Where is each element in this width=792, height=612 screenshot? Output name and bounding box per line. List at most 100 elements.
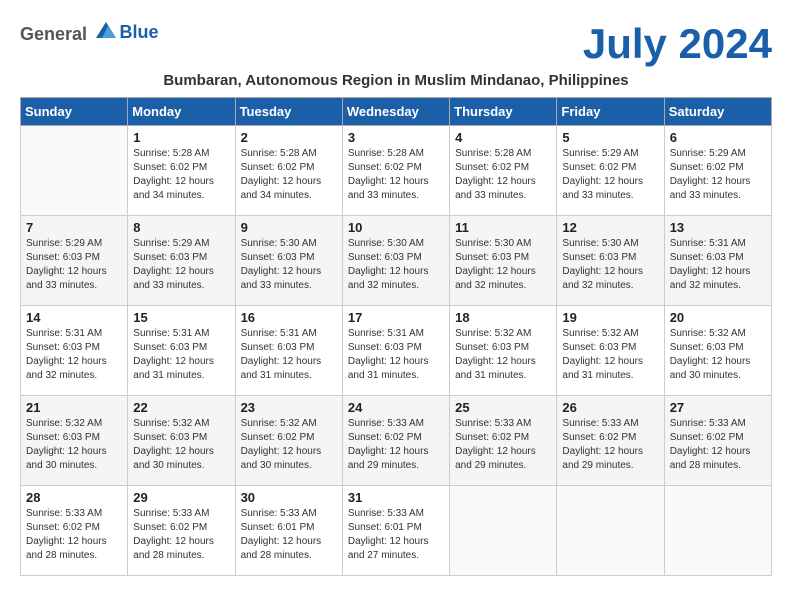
calendar-cell: 28 Sunrise: 5:33 AMSunset: 6:02 PMDayligh… <box>21 486 128 576</box>
calendar-cell <box>450 486 557 576</box>
day-info: Sunrise: 5:33 AMSunset: 6:02 PMDaylight:… <box>562 417 658 473</box>
calendar-cell: 27Sunrise: 5:33 AMSunset: 6:02 PMDayligh… <box>664 396 771 486</box>
calendar-cell: 22Sunrise: 5:32 AMSunset: 6:03 PMDayligh… <box>128 396 235 486</box>
day-number: 28 <box>26 490 122 505</box>
day-number: 23 <box>241 400 337 415</box>
calendar-cell: 16Sunrise: 5:31 AMSunset: 6:03 PMDayligh… <box>235 306 342 396</box>
day-info: Sunrise: 5:31 AMSunset: 6:03 PMDaylight:… <box>348 327 444 383</box>
calendar-body: 1 Sunrise: 5:28 AMSunset: 6:02 PMDaylight… <box>21 126 772 576</box>
day-info: Sunrise: 5:30 AMSunset: 6:03 PMDaylight:… <box>241 237 337 293</box>
day-info: Sunrise: 5:32 AMSunset: 6:03 PMDaylight:… <box>26 417 122 473</box>
calendar-cell: 21Sunrise: 5:32 AMSunset: 6:03 PMDayligh… <box>21 396 128 486</box>
day-info: Sunrise: 5:33 AMSunset: 6:02 PMDaylight:… <box>348 417 444 473</box>
location-title: Bumbaran, Autonomous Region in Muslim Mi… <box>20 72 772 89</box>
day-number: 10 <box>348 220 444 235</box>
month-title: July 2024 <box>583 20 772 68</box>
calendar-cell: 4Sunrise: 5:28 AMSunset: 6:02 PMDaylight… <box>450 126 557 216</box>
calendar-cell: 25Sunrise: 5:33 AMSunset: 6:02 PMDayligh… <box>450 396 557 486</box>
day-number: 9 <box>241 220 337 235</box>
calendar-day-header: Sunday <box>21 98 128 126</box>
day-number: 1 <box>133 130 229 145</box>
logo-icon <box>94 20 118 40</box>
day-number: 7 <box>26 220 122 235</box>
calendar-day-header: Wednesday <box>342 98 449 126</box>
calendar-cell: 6 Sunrise: 5:29 AMSunset: 6:02 PMDaylight… <box>664 126 771 216</box>
calendar-cell: 8 Sunrise: 5:29 AMSunset: 6:03 PMDaylight… <box>128 216 235 306</box>
calendar-week-row: 21Sunrise: 5:32 AMSunset: 6:03 PMDayligh… <box>21 396 772 486</box>
calendar-day-header: Monday <box>128 98 235 126</box>
calendar-cell <box>664 486 771 576</box>
calendar-cell: 14 Sunrise: 5:31 AMSunset: 6:03 PMDayligh… <box>21 306 128 396</box>
day-info: Sunrise: 5:32 AMSunset: 6:03 PMDaylight:… <box>455 327 551 383</box>
calendar-week-row: 1 Sunrise: 5:28 AMSunset: 6:02 PMDaylight… <box>21 126 772 216</box>
day-number: 2 <box>241 130 337 145</box>
calendar-cell: 31 Sunrise: 5:33 AMSunset: 6:01 PMDayligh… <box>342 486 449 576</box>
day-info: Sunrise: 5:31 AMSunset: 6:03 PMDaylight:… <box>133 327 229 383</box>
day-info: Sunrise: 5:31 AMSunset: 6:03 PMDaylight:… <box>241 327 337 383</box>
calendar-cell: 7 Sunrise: 5:29 AMSunset: 6:03 PMDaylight… <box>21 216 128 306</box>
day-number: 30 <box>241 490 337 505</box>
day-number: 12 <box>562 220 658 235</box>
calendar-cell: 30 Sunrise: 5:33 AMSunset: 6:01 PMDayligh… <box>235 486 342 576</box>
day-info: Sunrise: 5:30 AMSunset: 6:03 PMDaylight:… <box>455 237 551 293</box>
calendar-day-header: Thursday <box>450 98 557 126</box>
calendar-cell: 17 Sunrise: 5:31 AMSunset: 6:03 PMDayligh… <box>342 306 449 396</box>
day-number: 17 <box>348 310 444 325</box>
calendar-cell: 10 Sunrise: 5:30 AMSunset: 6:03 PMDayligh… <box>342 216 449 306</box>
calendar-cell: 29 Sunrise: 5:33 AMSunset: 6:02 PMDayligh… <box>128 486 235 576</box>
day-number: 14 <box>26 310 122 325</box>
day-number: 15 <box>133 310 229 325</box>
day-number: 26 <box>562 400 658 415</box>
day-number: 4 <box>455 130 551 145</box>
day-number: 22 <box>133 400 229 415</box>
calendar-cell <box>21 126 128 216</box>
day-info: Sunrise: 5:29 AMSunset: 6:03 PMDaylight:… <box>26 237 122 293</box>
day-number: 19 <box>562 310 658 325</box>
calendar-week-row: 28 Sunrise: 5:33 AMSunset: 6:02 PMDayligh… <box>21 486 772 576</box>
day-number: 6 <box>670 130 766 145</box>
calendar-day-header: Tuesday <box>235 98 342 126</box>
calendar-cell: 11Sunrise: 5:30 AMSunset: 6:03 PMDayligh… <box>450 216 557 306</box>
day-info: Sunrise: 5:33 AMSunset: 6:01 PMDaylight:… <box>348 507 444 563</box>
day-info: Sunrise: 5:33 AMSunset: 6:02 PMDaylight:… <box>26 507 122 563</box>
day-info: Sunrise: 5:33 AMSunset: 6:02 PMDaylight:… <box>133 507 229 563</box>
day-number: 18 <box>455 310 551 325</box>
day-number: 20 <box>670 310 766 325</box>
day-number: 24 <box>348 400 444 415</box>
calendar-week-row: 7 Sunrise: 5:29 AMSunset: 6:03 PMDaylight… <box>21 216 772 306</box>
calendar-week-row: 14 Sunrise: 5:31 AMSunset: 6:03 PMDayligh… <box>21 306 772 396</box>
day-info: Sunrise: 5:29 AMSunset: 6:02 PMDaylight:… <box>670 147 766 203</box>
calendar-cell: 3Sunrise: 5:28 AMSunset: 6:02 PMDaylight… <box>342 126 449 216</box>
calendar-cell: 23 Sunrise: 5:32 AMSunset: 6:02 PMDayligh… <box>235 396 342 486</box>
day-number: 13 <box>670 220 766 235</box>
calendar-cell: 24 Sunrise: 5:33 AMSunset: 6:02 PMDayligh… <box>342 396 449 486</box>
calendar-cell: 9 Sunrise: 5:30 AMSunset: 6:03 PMDaylight… <box>235 216 342 306</box>
calendar-cell <box>557 486 664 576</box>
calendar-cell: 18 Sunrise: 5:32 AMSunset: 6:03 PMDayligh… <box>450 306 557 396</box>
logo-general: General <box>20 24 87 44</box>
day-number: 8 <box>133 220 229 235</box>
calendar-header-row: SundayMondayTuesdayWednesdayThursdayFrid… <box>21 98 772 126</box>
day-info: Sunrise: 5:28 AMSunset: 6:02 PMDaylight:… <box>241 147 337 203</box>
day-info: Sunrise: 5:30 AMSunset: 6:03 PMDaylight:… <box>348 237 444 293</box>
calendar-cell: 2 Sunrise: 5:28 AMSunset: 6:02 PMDaylight… <box>235 126 342 216</box>
day-info: Sunrise: 5:31 AMSunset: 6:03 PMDaylight:… <box>26 327 122 383</box>
day-info: Sunrise: 5:33 AMSunset: 6:02 PMDaylight:… <box>670 417 766 473</box>
day-info: Sunrise: 5:32 AMSunset: 6:03 PMDaylight:… <box>670 327 766 383</box>
day-info: Sunrise: 5:31 AMSunset: 6:03 PMDaylight:… <box>670 237 766 293</box>
day-info: Sunrise: 5:33 AMSunset: 6:01 PMDaylight:… <box>241 507 337 563</box>
day-number: 3 <box>348 130 444 145</box>
calendar-cell: 19 Sunrise: 5:32 AMSunset: 6:03 PMDayligh… <box>557 306 664 396</box>
calendar-cell: 13 Sunrise: 5:31 AMSunset: 6:03 PMDayligh… <box>664 216 771 306</box>
calendar-table: SundayMondayTuesdayWednesdayThursdayFrid… <box>20 97 772 576</box>
page-header: General Blue July 2024 <box>20 20 772 68</box>
day-info: Sunrise: 5:32 AMSunset: 6:02 PMDaylight:… <box>241 417 337 473</box>
day-info: Sunrise: 5:32 AMSunset: 6:03 PMDaylight:… <box>562 327 658 383</box>
calendar-cell: 15 Sunrise: 5:31 AMSunset: 6:03 PMDayligh… <box>128 306 235 396</box>
logo: General Blue <box>20 20 159 45</box>
calendar-cell: 26 Sunrise: 5:33 AMSunset: 6:02 PMDayligh… <box>557 396 664 486</box>
day-number: 29 <box>133 490 229 505</box>
day-info: Sunrise: 5:29 AMSunset: 6:03 PMDaylight:… <box>133 237 229 293</box>
day-info: Sunrise: 5:33 AMSunset: 6:02 PMDaylight:… <box>455 417 551 473</box>
day-number: 31 <box>348 490 444 505</box>
